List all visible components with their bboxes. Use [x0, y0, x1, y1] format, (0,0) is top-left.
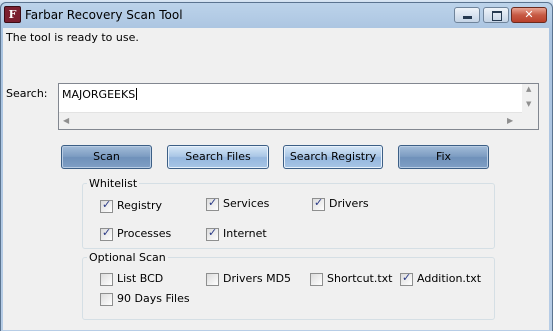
checkbox-label: Shortcut.txt [327, 272, 393, 285]
checkmark-icon: ✓ [208, 226, 218, 239]
scroll-up-icon[interactable]: ▲ [526, 85, 531, 93]
horizontal-scrollbar[interactable]: ◀ ▶ [59, 112, 522, 129]
minimize-button[interactable] [454, 7, 480, 23]
optional-scan-group [82, 257, 495, 320]
scroll-right-icon[interactable]: ▶ [507, 116, 513, 125]
window-title: Farbar Recovery Scan Tool [25, 8, 183, 22]
title-bar[interactable]: F Farbar Recovery Scan Tool ✕ [0, 2, 553, 26]
status-text: The tool is ready to use. [6, 31, 139, 44]
checkmark-icon: ✓ [402, 271, 412, 284]
checkbox-label: Internet [223, 227, 267, 240]
scroll-left-icon[interactable]: ◀ [63, 116, 69, 125]
search-files-button[interactable]: Search Files [167, 145, 269, 169]
checkbox-label: Drivers MD5 [223, 272, 292, 285]
checkmark-icon: ✓ [102, 226, 112, 239]
checkbox-label: Drivers [329, 197, 369, 210]
checkbox-box[interactable]: ✓ [100, 198, 113, 213]
search-label: Search: [6, 87, 48, 100]
checkbox-box[interactable] [206, 273, 219, 286]
checkbox-label: 90 Days Files [117, 292, 190, 305]
checkbox-box[interactable] [310, 273, 323, 286]
maximize-icon [492, 11, 502, 21]
app-icon: F [4, 6, 21, 23]
checkbox-label: Registry [117, 199, 163, 212]
optional-scan-label: Optional Scan [87, 251, 168, 264]
checkmark-icon: ✓ [208, 196, 218, 209]
maximize-button[interactable] [483, 7, 509, 23]
checkbox-box[interactable] [100, 293, 113, 306]
checkbox-label: Addition.txt [417, 272, 482, 285]
scrollbar-corner [522, 113, 538, 129]
search-input[interactable]: MAJORGEEKS ▲ ▼ ◀ ▶ [58, 83, 539, 130]
vertical-scrollbar[interactable]: ▲ ▼ [522, 84, 538, 113]
minimize-icon [463, 16, 472, 19]
checkbox-label: Processes [117, 227, 172, 240]
scroll-down-icon[interactable]: ▼ [526, 100, 531, 108]
checkbox-box[interactable]: ✓ [206, 196, 219, 211]
search-input-value: MAJORGEEKS [62, 88, 138, 101]
search-registry-button[interactable]: Search Registry [283, 145, 383, 169]
client-area: The tool is ready to use. Search: MAJORG… [3, 28, 549, 330]
checkbox-box[interactable]: ✓ [312, 196, 325, 211]
checkbox-label: Services [223, 197, 270, 210]
close-icon: ✕ [524, 8, 534, 21]
checkbox-box[interactable] [100, 273, 113, 286]
screen: F Farbar Recovery Scan Tool ✕ The tool i… [0, 0, 553, 331]
checkbox-box[interactable]: ✓ [100, 226, 113, 241]
checkbox-box[interactable]: ✓ [206, 226, 219, 241]
fix-button[interactable]: Fix [398, 145, 489, 169]
close-button[interactable]: ✕ [511, 7, 547, 23]
scan-button[interactable]: Scan [61, 145, 152, 169]
whitelist-label: Whitelist [87, 177, 140, 190]
checkbox-label: List BCD [117, 272, 164, 285]
checkbox-box[interactable]: ✓ [400, 271, 413, 286]
checkmark-icon: ✓ [102, 198, 112, 211]
checkmark-icon: ✓ [314, 196, 324, 209]
